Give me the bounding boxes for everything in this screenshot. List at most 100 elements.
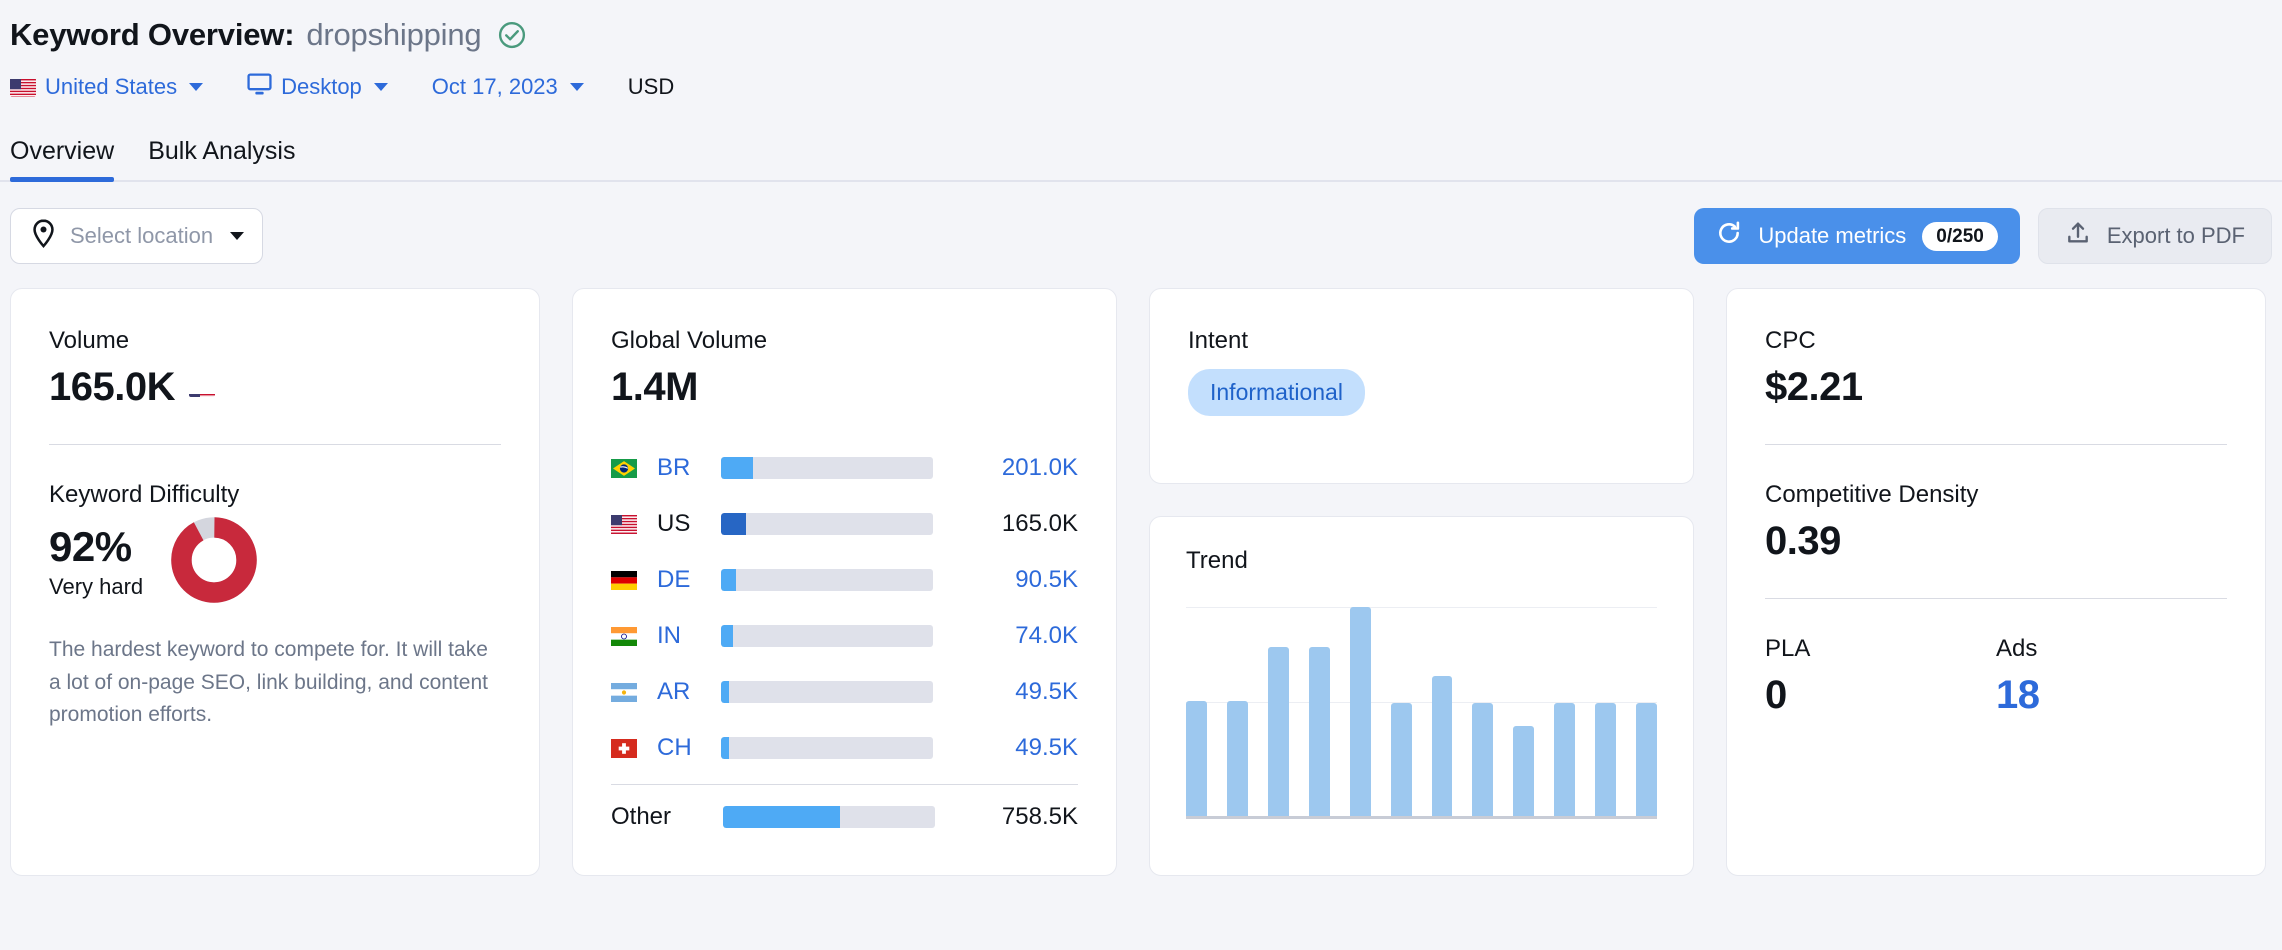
chart-axis	[1186, 816, 1657, 819]
date-label: Oct 17, 2023	[431, 74, 558, 99]
upload-icon	[2065, 220, 2091, 252]
global-volume-fill	[721, 737, 730, 759]
competitive-density-value: 0.39	[1765, 519, 1841, 563]
global-volume-value[interactable]: 201.0K	[933, 454, 1078, 482]
global-volume-country-code[interactable]: BR	[645, 454, 721, 482]
desktop-icon	[247, 72, 272, 102]
date-selector[interactable]: Oct 17, 2023	[432, 74, 584, 100]
update-metrics-count-badge: 0/250	[1922, 221, 1998, 251]
us-flag-icon	[10, 78, 36, 97]
country-selector[interactable]: United States	[10, 74, 204, 100]
divider	[49, 444, 501, 445]
metrics-grid: Volume 165.0K Keyword Difficulty 92% Ver…	[0, 288, 2282, 876]
global-volume-value[interactable]: 74.0K	[933, 622, 1078, 650]
keyword-difficulty-percent: 92%	[49, 523, 132, 571]
middle-column: Intent Informational Trend	[1149, 288, 1694, 876]
global-volume-row: IN 74.0K	[611, 608, 1078, 664]
global-volume-value: 165.0K	[1001, 510, 1078, 537]
volume-card: Volume 165.0K Keyword Difficulty 92% Ver…	[10, 288, 540, 876]
global-volume-track	[721, 569, 933, 591]
chart-bar	[1267, 646, 1289, 816]
global-volume-fill	[721, 681, 730, 703]
global-volume-country-code: US	[657, 510, 691, 537]
keyword-difficulty-label: Keyword Difficulty	[49, 481, 240, 508]
ads-block: Ads 18	[1996, 635, 2227, 718]
keyword-difficulty-rating: Very hard	[49, 573, 144, 599]
global-volume-track	[721, 737, 933, 759]
chart-bar	[1513, 726, 1535, 816]
ads-label: Ads	[1996, 635, 2038, 662]
tab-bar: Overview Bulk Analysis	[0, 130, 2282, 182]
br-flag-icon	[611, 458, 645, 478]
chart-bar	[1226, 701, 1248, 816]
device-label: Desktop	[281, 74, 362, 99]
volume-value-row: 165.0K	[49, 365, 501, 410]
volume-label: Volume	[49, 327, 130, 354]
global-volume-other-value: 758.5K	[1001, 803, 1078, 830]
keyword-difficulty-text: 92% Very hard	[49, 525, 143, 599]
cpc-value: $2.21	[1765, 365, 1863, 409]
toolbar: Select location Update metrics 0/250 Exp…	[0, 208, 2282, 264]
page-title-keyword: dropshipping	[306, 17, 482, 52]
select-location-button[interactable]: Select location	[10, 208, 264, 264]
divider	[1765, 598, 2227, 599]
global-volume-value[interactable]: 90.5K	[933, 566, 1078, 594]
refresh-icon	[1716, 220, 1742, 252]
global-volume-other-row: Other 758.5K	[611, 789, 1078, 845]
tab-overview[interactable]: Overview	[10, 137, 115, 182]
global-volume-track	[721, 457, 933, 479]
intent-label: Intent	[1188, 327, 1249, 354]
device-selector[interactable]: Desktop	[247, 72, 388, 102]
currency-label: USD	[627, 74, 675, 99]
global-volume-row: CH 49.5K	[611, 720, 1078, 776]
cpc-card: CPC $2.21 Competitive Density 0.39 PLA 0…	[1726, 288, 2266, 876]
chart-bar	[1431, 675, 1453, 816]
global-volume-value: 1.4M	[611, 365, 698, 409]
chart-bar	[1349, 607, 1371, 816]
global-volume-value[interactable]: 49.5K	[933, 734, 1078, 762]
chevron-down-icon	[189, 83, 204, 91]
chart-bars	[1186, 607, 1658, 816]
ads-value[interactable]: 18	[1996, 673, 2227, 718]
keyword-difficulty-block: Keyword Difficulty 92% Very hard The har…	[49, 481, 501, 732]
export-to-pdf-label: Export to PDF	[2106, 223, 2245, 248]
trend-chart	[1186, 607, 1658, 819]
ar-flag-icon	[611, 682, 645, 702]
global-volume-country-code[interactable]: IN	[645, 622, 721, 650]
intent-chip[interactable]: Informational	[1188, 369, 1365, 416]
divider	[611, 784, 1078, 785]
country-label: United States	[45, 74, 178, 99]
global-volume-row: US 165.0K	[611, 496, 1078, 552]
keyword-difficulty-description: The hardest keyword to compete for. It w…	[49, 638, 488, 727]
in-flag-icon	[611, 626, 645, 646]
chart-bar	[1308, 646, 1330, 816]
chart-bar	[1595, 703, 1617, 816]
page-header: Keyword Overview: dropshipping United St…	[0, 0, 2282, 108]
global-volume-country-code[interactable]: CH	[645, 734, 721, 762]
global-volume-row: DE 90.5K	[611, 552, 1078, 608]
global-volume-track	[721, 625, 933, 647]
map-pin-icon	[31, 219, 56, 253]
pla-ads-row: PLA 0 Ads 18	[1765, 635, 2227, 718]
update-metrics-button[interactable]: Update metrics 0/250	[1694, 208, 2020, 264]
competitive-density-block: Competitive Density 0.39	[1765, 481, 2227, 564]
trend-card: Trend	[1149, 516, 1694, 876]
pla-label: PLA	[1765, 635, 1811, 662]
header-filters: United States Desktop Oct 17, 2023 USD	[10, 66, 2282, 108]
volume-value: 165.0K	[49, 365, 175, 409]
select-location-label: Select location	[70, 223, 214, 248]
global-volume-other-label: Other	[611, 803, 672, 830]
global-volume-country-code[interactable]: DE	[645, 566, 721, 594]
global-volume-value[interactable]: 49.5K	[933, 678, 1078, 706]
chart-bar	[1186, 701, 1207, 816]
tab-bulk-analysis[interactable]: Bulk Analysis	[148, 137, 295, 180]
global-volume-country-code[interactable]: AR	[645, 678, 721, 706]
chevron-down-icon	[569, 83, 584, 91]
currency-label-wrap: USD	[628, 74, 674, 100]
chart-bar	[1636, 703, 1658, 816]
pla-value: 0	[1765, 673, 1787, 717]
export-to-pdf-button[interactable]: Export to PDF	[2037, 208, 2272, 264]
chevron-down-icon	[373, 83, 388, 91]
chevron-down-icon	[230, 232, 245, 240]
global-volume-track	[721, 513, 933, 535]
